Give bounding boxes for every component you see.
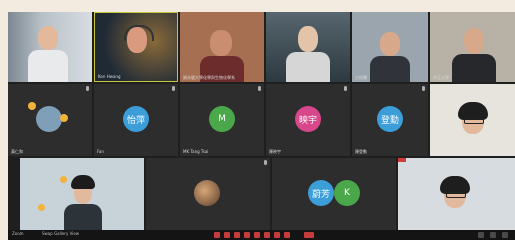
participant-tile[interactable]: 映宇 陳映宇 (266, 84, 350, 156)
stickers-image (36, 106, 62, 132)
participant-face (38, 26, 58, 50)
more-button[interactable] (284, 232, 290, 238)
avatar-initials: 登勳 (380, 115, 399, 126)
participant-tile[interactable] (8, 12, 92, 82)
participant-avatar: K (334, 180, 360, 206)
participant-tile[interactable] (266, 12, 350, 82)
active-speaker-indicator (398, 158, 406, 162)
participant-face (380, 32, 400, 56)
participant-tile[interactable] (146, 158, 270, 230)
participant-face (210, 30, 232, 56)
profile-photo (194, 180, 220, 206)
avatar-initials: 怡萍 (126, 115, 145, 126)
video-conference-window: Ken Hwang 謝永健大學化學與生物化學系 方振騰 中正大學 黃仁和 怡萍 … (8, 12, 515, 240)
mic-muted-icon (86, 86, 89, 91)
participant-face (298, 26, 318, 52)
mic-muted-icon (344, 86, 347, 91)
participant-tile[interactable]: 登勳 陳登勳 (352, 84, 428, 156)
participant-tile[interactable]: 方振騰 (352, 12, 428, 82)
participant-hair (71, 175, 95, 189)
participant-tile[interactable]: 黃仁和 (8, 84, 92, 156)
participants-button[interactable] (244, 232, 250, 238)
participant-name: 方振騰 (355, 75, 367, 80)
mic-muted-icon (422, 86, 425, 91)
participant-tile[interactable]: 中正大學 (430, 12, 515, 82)
eyeglasses-icon (446, 192, 466, 198)
mic-muted-icon (172, 86, 175, 91)
participant-body (64, 204, 102, 230)
speaker-view-icon[interactable] (490, 232, 496, 238)
participant-body (286, 52, 330, 82)
participant-name: 謝永健大學化學與生物化學系 (183, 75, 235, 80)
participant-name: Fan (97, 149, 104, 154)
participant-avatar: 登勳 (377, 106, 403, 132)
reactions-button[interactable] (274, 232, 280, 238)
participant-tile[interactable]: 謝永健大學化學與生物化學系 (180, 12, 264, 82)
gallery-view-icon[interactable] (502, 232, 508, 238)
participant-avatar: 怡萍 (123, 106, 149, 132)
sticker-bird-icon (28, 102, 36, 110)
avatar-initials: K (344, 188, 350, 198)
participant-tile[interactable] (398, 158, 515, 230)
end-meeting-button[interactable] (304, 232, 314, 238)
participant-tile[interactable]: 怡萍 Fan (94, 84, 178, 156)
toolbar-label[interactable]: Swap Gallery View (42, 232, 79, 236)
share-screen-button[interactable] (254, 232, 260, 238)
fullscreen-icon[interactable] (478, 232, 484, 238)
participant-tile[interactable]: M MK Tang Tsai (180, 84, 264, 156)
participant-face (464, 28, 484, 54)
stop-video-button[interactable] (224, 232, 230, 238)
participant-name: MK Tang Tsai (183, 149, 209, 154)
avatar-initials: 蔚芳 (311, 189, 330, 200)
participant-name: 黃仁和 (11, 149, 23, 154)
mic-muted-icon (258, 86, 261, 91)
participant-body (370, 56, 410, 82)
avatar-initials: 映宇 (298, 115, 317, 126)
mic-muted-icon (264, 160, 267, 165)
participant-name: 中正大學 (433, 75, 449, 80)
participant-tile[interactable]: 蔚芳 K (272, 158, 396, 230)
record-button[interactable] (264, 232, 270, 238)
mute-button[interactable] (214, 232, 220, 238)
participant-avatar: 映宇 (295, 106, 321, 132)
participant-name: 陳登勳 (355, 149, 367, 154)
participant-body (28, 50, 68, 82)
participant-tile[interactable]: Ken Hwang (94, 12, 178, 82)
participant-name: Ken Hwang (98, 74, 121, 79)
security-button[interactable] (234, 232, 240, 238)
eyeglasses-icon (464, 118, 484, 124)
participant-body (452, 54, 496, 82)
sticker-bird-icon (60, 176, 67, 183)
meeting-toolbar: Zoom Swap Gallery View (8, 230, 515, 240)
participant-name: 陳映宇 (269, 149, 281, 154)
participant-avatar: 蔚芳 (308, 180, 334, 206)
sticker-bird-icon (38, 204, 45, 211)
participant-tile[interactable] (430, 84, 515, 156)
sticker-bird-icon (60, 114, 68, 122)
avatar-initials: M (218, 114, 226, 124)
participant-avatar: M (209, 106, 235, 132)
headphones-icon (124, 25, 154, 41)
participant-tile[interactable] (20, 158, 144, 230)
toolbar-label: Zoom (12, 231, 24, 236)
